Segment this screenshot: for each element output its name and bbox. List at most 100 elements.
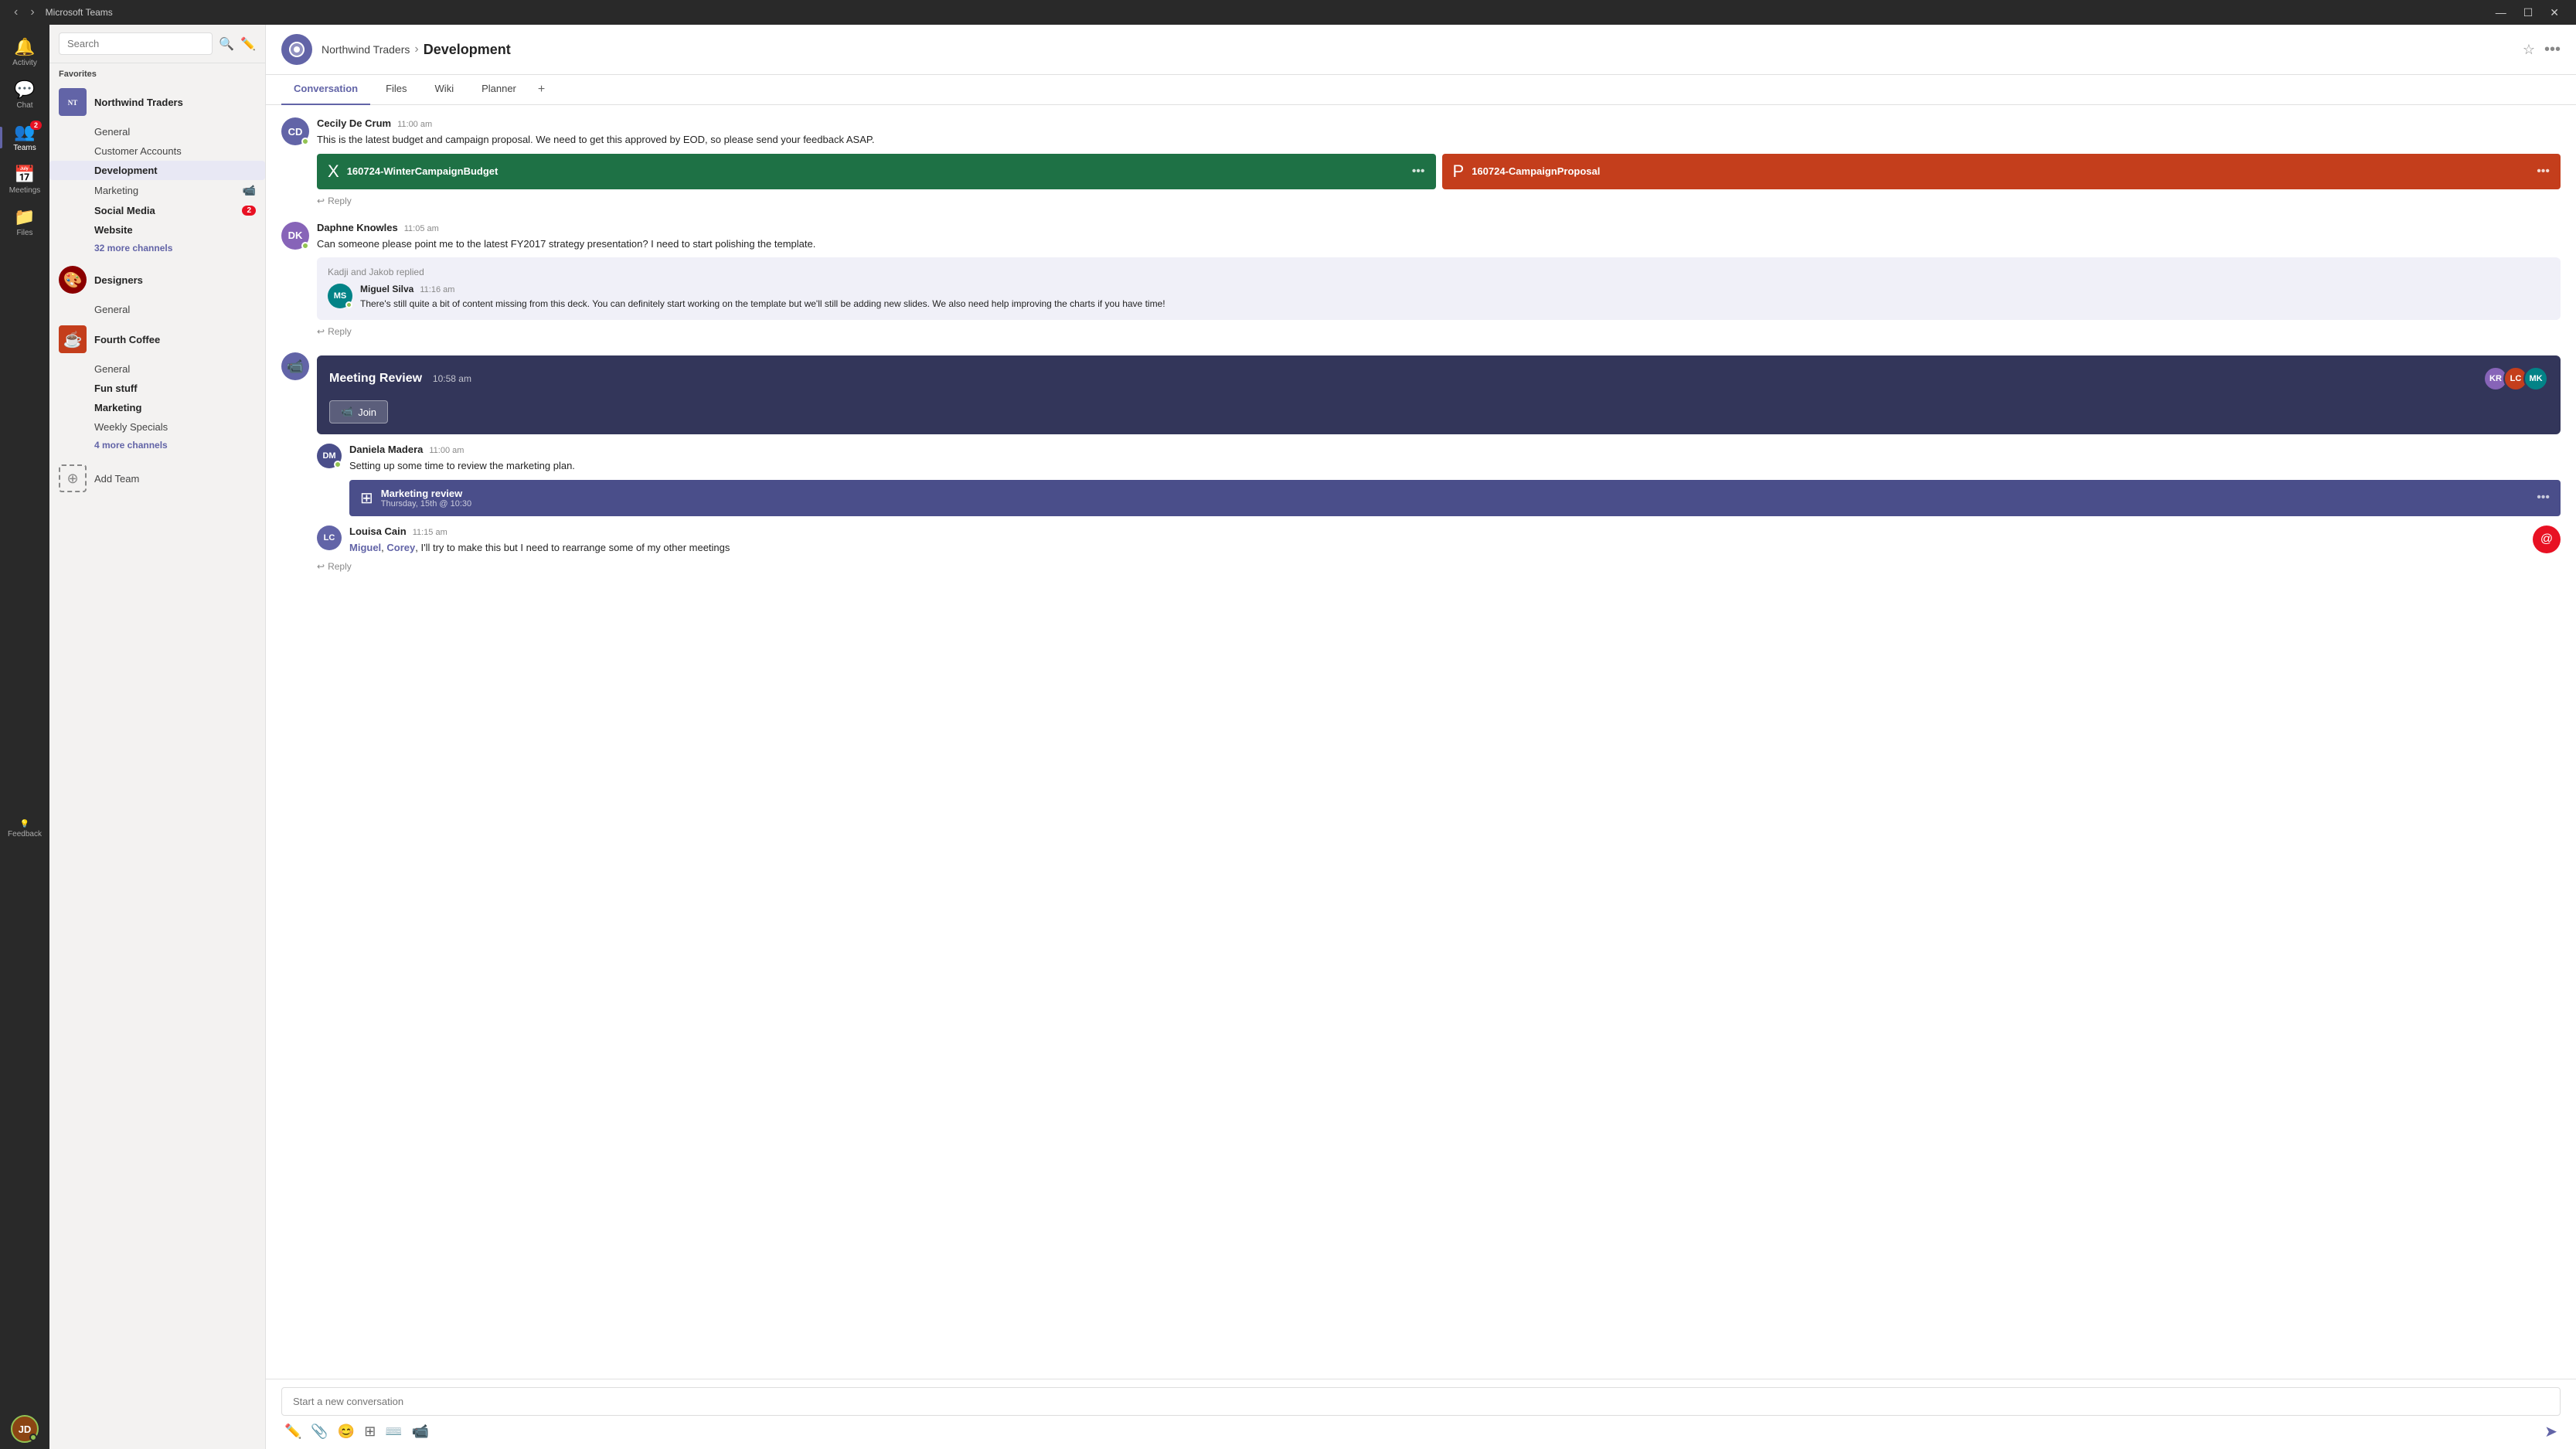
user-avatar[interactable]: JD (11, 1415, 39, 1443)
sidebar-item-teams[interactable]: 2 👥 Teams (0, 116, 49, 158)
meeting-avatar: 📹 (281, 352, 309, 380)
channel-website[interactable]: Website (49, 220, 265, 240)
daphne-avatar: DK (281, 222, 309, 250)
calendar-more-icon[interactable]: ••• (2537, 491, 2550, 505)
sidebar-item-files[interactable]: 📁 Files (0, 201, 49, 243)
team-northwind[interactable]: NT Northwind Traders ••• (49, 82, 265, 122)
channel-marketing-fc[interactable]: Marketing (49, 398, 265, 417)
file-powerpoint[interactable]: P 160724-CampaignProposal ••• (1442, 154, 2561, 189)
sidebar-content: Favorites NT Northwind Traders ••• Gener… (49, 63, 265, 1449)
louisa-text: Miguel, Corey, I'll try to make this but… (349, 540, 2561, 556)
titlebar-nav: ‹ › (9, 4, 39, 21)
reply-icon: ↩ (317, 196, 325, 206)
activity-icon: 🔔 (14, 37, 35, 57)
channel-development[interactable]: Development (49, 161, 265, 180)
message-meeting: 📹 Meeting Review 10:58 am KR LC MK (281, 352, 2561, 572)
team-designers[interactable]: 🎨 Designers ••• (49, 260, 265, 300)
ppt-icon: P (1453, 162, 1465, 182)
daniela-header: Daniela Madera 11:00 am (349, 444, 2561, 455)
daphne-body: Daphne Knowles 11:05 am Can someone plea… (317, 222, 2561, 338)
send-button[interactable]: ➤ (2544, 1422, 2557, 1441)
meeting-card-inner: Meeting Review 10:58 am KR LC MK (329, 366, 2548, 391)
daphne-text: Can someone please point me to the lates… (317, 236, 2561, 252)
daniela-text: Setting up some time to review the marke… (349, 458, 2561, 474)
cecily-time: 11:00 am (397, 120, 432, 129)
sidebar-item-activity-label: Activity (12, 59, 37, 67)
back-button[interactable]: ‹ (9, 4, 22, 21)
channel-fun-stuff[interactable]: Fun stuff (49, 379, 265, 398)
channel-header-text: Northwind Traders › Development (322, 42, 511, 58)
attach-tool[interactable]: 📎 (311, 1423, 328, 1440)
breadcrumb-arrow: › (414, 43, 418, 56)
fourth-coffee-more-channels[interactable]: 4 more channels (49, 437, 265, 457)
cecily-header: Cecily De Crum 11:00 am (317, 117, 2561, 129)
sticker-tool[interactable]: ⊞ (364, 1423, 376, 1440)
tab-planner[interactable]: Planner (469, 75, 529, 105)
meeting-reply-btn[interactable]: ↩ Reply (317, 561, 2561, 572)
channel-general-d[interactable]: General (49, 300, 265, 319)
channel-marketing-nw[interactable]: Marketing 📹 (49, 180, 265, 201)
sidebar-item-activity[interactable]: 🔔 Activity (0, 31, 49, 73)
emoji-tool[interactable]: 😊 (338, 1423, 355, 1440)
sidebar-item-meetings[interactable]: 📅 Meetings (0, 158, 49, 201)
ppt-more-icon[interactable]: ••• (2537, 165, 2550, 179)
feedback-item[interactable]: 💡 Feedback (8, 814, 42, 845)
sidebar-item-chat[interactable]: 💬 Chat (0, 73, 49, 116)
channel-customer-accounts[interactable]: Customer Accounts (49, 141, 265, 161)
format-tool[interactable]: ✏️ (284, 1423, 301, 1440)
meetings-icon: 📅 (14, 165, 35, 185)
channel-header: Northwind Traders › Development ☆ ••• (266, 25, 2576, 75)
channel-social-media[interactable]: Social Media 2 (49, 201, 265, 220)
tab-conversation[interactable]: Conversation (281, 75, 370, 105)
team-fourth-coffee[interactable]: ☕ Fourth Coffee ••• (49, 319, 265, 359)
header-actions: ☆ ••• (2523, 41, 2561, 59)
channel-general-fc[interactable]: General (49, 359, 265, 379)
compose-icon[interactable]: ✏️ (240, 36, 256, 52)
keyboard-tool[interactable]: ⌨️ (385, 1423, 402, 1440)
tab-files[interactable]: Files (373, 75, 419, 105)
thread-header-info: Kadji and Jakob replied (328, 267, 2550, 277)
maximize-button[interactable]: ☐ (2516, 3, 2541, 22)
meeting-title: Meeting Review (329, 372, 422, 385)
forward-button[interactable]: › (26, 4, 39, 21)
sidebar-item-files-label: Files (16, 229, 32, 237)
compose-input[interactable] (281, 1387, 2561, 1416)
join-button[interactable]: 📹 Join (329, 400, 388, 423)
team-designers-name: Designers (94, 274, 235, 286)
file-excel[interactable]: X 160724-WinterCampaignBudget ••• (317, 154, 1436, 189)
main-content: Northwind Traders › Development ☆ ••• Co… (266, 25, 2576, 1449)
channel-general-nw[interactable]: General (49, 122, 265, 141)
team-fourth-coffee-name: Fourth Coffee (94, 334, 235, 345)
add-team[interactable]: ⊕ Add Team (49, 457, 265, 500)
minimize-button[interactable]: — (2488, 3, 2514, 22)
calendar-icon: ⊞ (360, 488, 373, 508)
channel-weekly-specials[interactable]: Weekly Specials (49, 417, 265, 437)
daphne-reply-btn[interactable]: ↩ Reply (317, 326, 2561, 337)
calendar-time: Thursday, 15th @ 10:30 (381, 499, 2529, 509)
tab-add-icon[interactable]: + (532, 75, 551, 104)
file-attachments: X 160724-WinterCampaignBudget ••• P 1607… (317, 154, 2561, 189)
calendar-card: ⊞ Marketing review Thursday, 15th @ 10:3… (349, 480, 2561, 516)
daniela-avatar: DM (317, 444, 342, 468)
excel-more-icon[interactable]: ••• (1412, 165, 1425, 179)
chat-icon: 💬 (14, 80, 35, 100)
header-more-icon[interactable]: ••• (2544, 41, 2561, 59)
at-mention-button[interactable]: @ (2533, 526, 2561, 553)
miguel-body: Miguel Silva 11:16 am There's still quit… (360, 284, 2550, 311)
message-daphne: DK Daphne Knowles 11:05 am Can someone p… (281, 222, 2561, 338)
cecily-reply-btn[interactable]: ↩ Reply (317, 196, 2561, 206)
tab-wiki[interactable]: Wiki (423, 75, 467, 105)
close-button[interactable]: ✕ (2542, 3, 2567, 22)
daniela-body: Daniela Madera 11:00 am Setting up some … (349, 444, 2561, 516)
sidebar-item-meetings-label: Meetings (9, 186, 41, 195)
favorite-star-icon[interactable]: ☆ (2523, 42, 2535, 58)
northwind-more-channels[interactable]: 32 more channels (49, 240, 265, 260)
video-tool[interactable]: 📹 (412, 1423, 429, 1440)
miguel-text: There's still quite a bit of content mis… (360, 297, 2550, 311)
search-icon[interactable]: 🔍 (219, 36, 234, 52)
search-input[interactable] (59, 32, 213, 55)
titlebar-left: ‹ › Microsoft Teams (9, 4, 113, 21)
louisa-avatar: LC (317, 526, 342, 550)
cecily-text: This is the latest budget and campaign p… (317, 132, 2561, 148)
ppt-name: 160724-CampaignProposal (1472, 165, 2529, 177)
